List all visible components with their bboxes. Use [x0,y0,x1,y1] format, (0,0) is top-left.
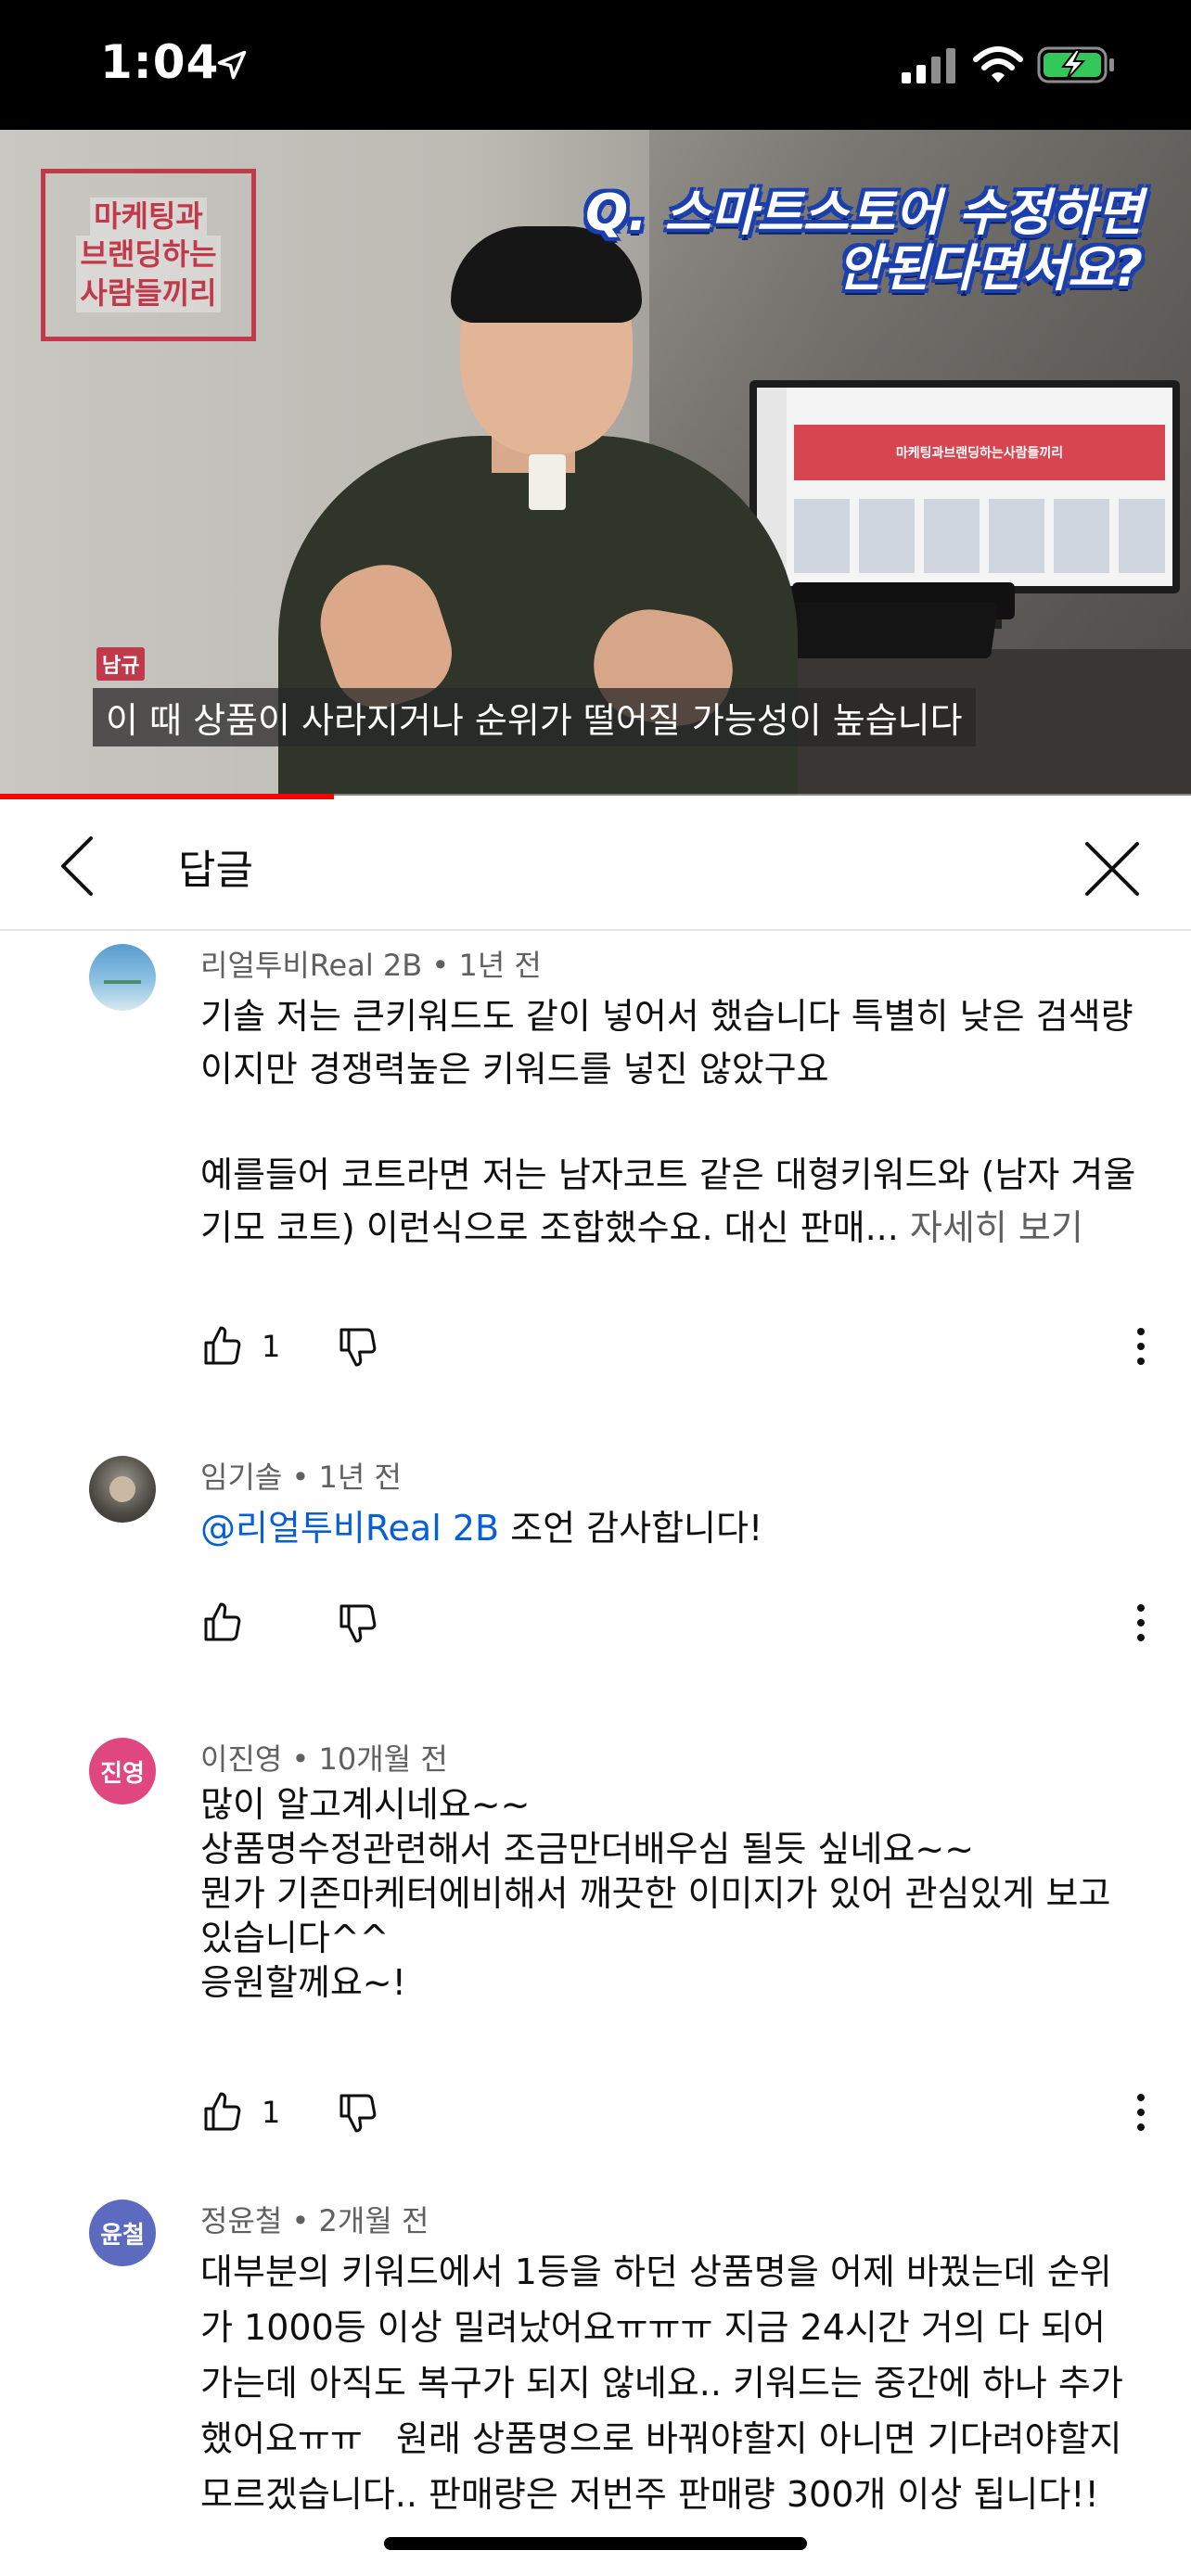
like-count: 1 [262,1329,281,1364]
avatar-initials: 진영 [100,1759,145,1788]
channel-logo: 마케팅과 브랜딩하는 사람들끼리 [41,169,256,341]
comment-time: 2개월 전 [318,2203,429,2238]
thumbs-up-icon[interactable] [200,1324,245,1369]
comment-body: 기솔 저는 큰키워드도 같이 넣어서 했습니다 특별히 낮은 검색량이지만 경쟁… [200,996,1136,1248]
avatar[interactable]: 진영 [89,1738,156,1804]
comment-time: 1년 전 [318,1460,402,1495]
comment-meta: 정윤철 • 2개월 전 [200,2203,429,2238]
like-count: 1 [262,2095,281,2130]
thumbs-down-icon[interactable] [336,1600,380,1645]
video-caption: 이 때 상품이 사라지거나 순위가 떨어질 가능성이 높습니다 [93,688,976,746]
comment-meta: 임기솔 • 1년 전 [200,1460,402,1495]
video-keyboard [767,603,999,658]
video-player[interactable]: 마케팅과브랜딩하는사람들끼리 마케팅과 브랜딩하는 사람들끼리 Q. 스마트스토… [0,130,1191,796]
comment-body: @리얼투비Real 2B 조언 감사합니다! [200,1508,763,1549]
read-more-link[interactable]: 자세히 보기 [899,1207,1083,1248]
close-icon[interactable] [1082,838,1143,899]
comment-actions: 1 [200,2085,380,2140]
chevron-left-icon[interactable] [52,833,104,899]
status-time: 1:04 [100,35,220,89]
comment-body: 많이 알고계시네요~~ 상품명수정관련해서 조금만더배우심 될듯 싶네요~~ 뭔… [200,1784,1111,2003]
avatar-initials: 윤철 [100,2221,145,2250]
more-vert-icon[interactable] [1122,1595,1159,1651]
comment-body: 대부분의 키워드에서 1등을 하던 상품명을 어제 바꿨는데 순위가 1000등… [200,2251,1133,2515]
speaker-tag: 남규 [96,647,146,681]
comment-author[interactable]: 정윤철 [200,2203,282,2238]
comment-author[interactable]: 임기솔 [200,1460,282,1495]
avatar[interactable] [89,1456,156,1523]
thumbs-up-icon[interactable] [200,2090,245,2135]
location-arrow-icon [217,50,247,80]
thumbs-up-icon[interactable] [200,1600,245,1645]
home-indicator[interactable] [384,2537,807,2550]
comment-actions [200,1595,380,1651]
battery-charging-icon [1037,46,1114,83]
thumbs-down-icon[interactable] [336,2090,380,2135]
replies-header: 답글 [0,799,1191,931]
mention-link[interactable]: @리얼투비Real 2B [200,1508,499,1549]
comment-time: 1년 전 [458,948,542,983]
comment-meta: 이진영 • 10개월 전 [200,1741,448,1777]
avatar[interactable] [89,944,156,1011]
video-monitor: 마케팅과브랜딩하는사람들끼리 [749,380,1180,593]
more-vert-icon[interactable] [1122,2085,1159,2140]
status-bar: 1:04 [0,0,1191,130]
page-title: 답글 [178,847,253,894]
more-vert-icon[interactable] [1122,1319,1159,1374]
comment-time: 10개월 전 [318,1741,448,1777]
cellular-signal-icon [902,48,955,83]
wifi-icon [973,46,1023,83]
thumbs-down-icon[interactable] [336,1324,380,1369]
video-headline: Q. 스마트스토어 수정하면 안된다면서요? [585,184,1143,299]
avatar[interactable]: 윤철 [89,2200,156,2266]
comment-actions: 1 [200,1319,380,1374]
monitor-banner: 마케팅과브랜딩하는사람들끼리 [794,425,1165,480]
comment-author[interactable]: 리얼투비Real 2B [200,948,422,983]
comment-author[interactable]: 이진영 [200,1741,282,1777]
comment-meta: 리얼투비Real 2B • 1년 전 [200,948,542,983]
